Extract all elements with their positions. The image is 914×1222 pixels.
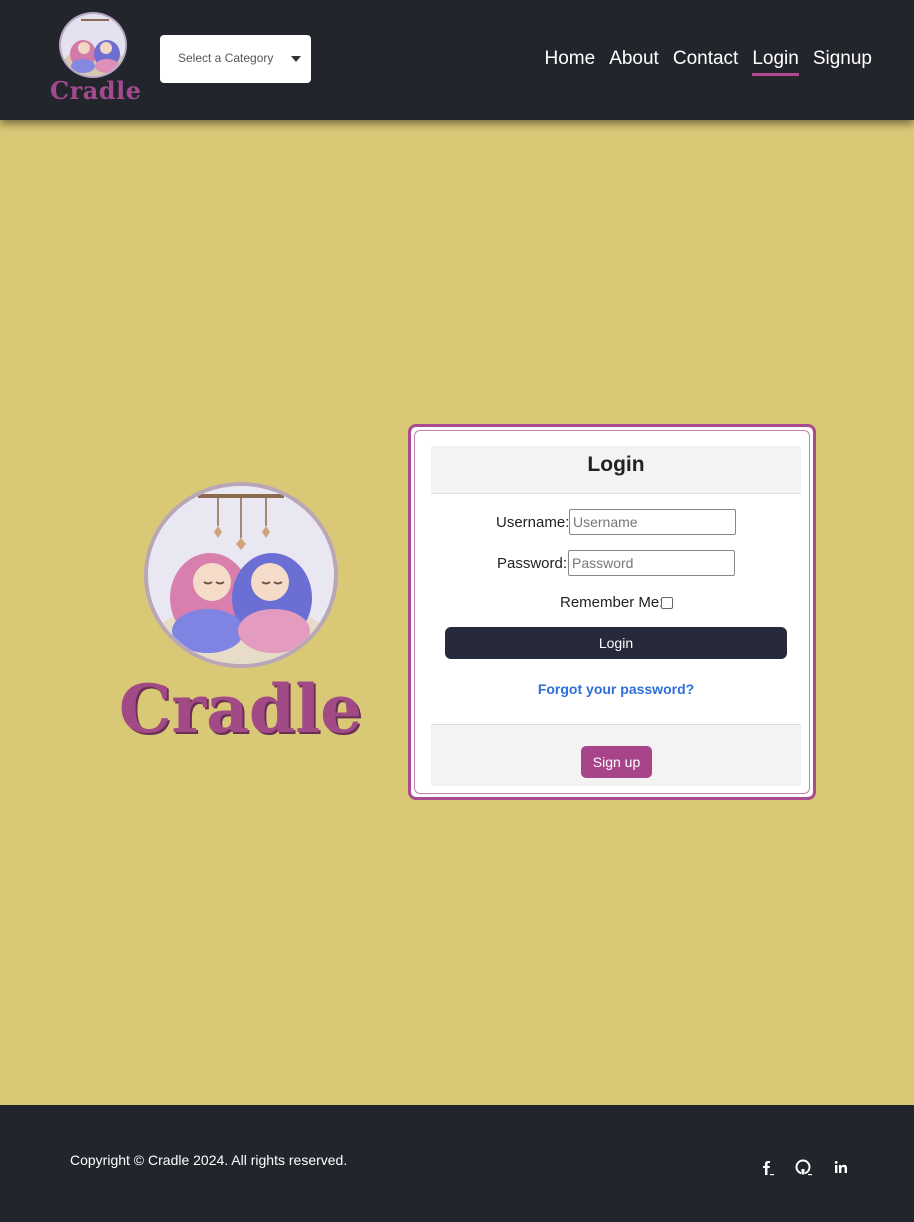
category-select-label: Select a Category [178,51,274,65]
facebook-icon[interactable] [759,1159,777,1177]
main-nav: Home About Contact Login Signup [545,48,872,76]
nav-login[interactable]: Login [752,48,799,76]
remember-label: Remember Me: [560,594,664,611]
login-button[interactable]: Login [445,627,787,659]
remember-checkbox[interactable] [661,597,673,609]
nav-signup[interactable]: Signup [813,48,872,76]
logo-emblem-icon [59,12,127,78]
chevron-down-icon [291,56,301,62]
linkedin-icon[interactable] [833,1159,851,1177]
brand-logo[interactable]: Cradle [50,12,142,108]
nav-contact[interactable]: Contact [673,48,738,76]
nav-about[interactable]: About [609,48,659,76]
hero-emblem-icon [144,482,338,668]
username-row: Username: [415,509,817,537]
username-input[interactable] [569,509,736,535]
password-label: Password: [497,555,568,572]
copyright-text: Copyright © Cradle 2024. All rights rese… [70,1152,348,1168]
login-card-header: Login [431,446,801,494]
github-icon[interactable] [795,1159,813,1177]
site-footer: Copyright © Cradle 2024. All rights rese… [0,1105,914,1222]
top-navbar: Cradle Select a Category Home About Cont… [0,0,914,120]
password-input[interactable] [568,550,735,576]
login-title: Login [587,453,645,476]
hero-brand-name: Cradle [118,670,363,748]
brand-name: Cradle [50,76,142,105]
hero-logo: Cradle [118,482,363,748]
username-label: Username: [496,514,570,531]
login-card-footer: Sign up [431,724,801,786]
login-card-inner: Login Username: Password: Remember Me: L… [414,430,810,794]
password-row: Password: [415,550,817,578]
forgot-password-link[interactable]: Forgot your password? [415,681,817,697]
category-select[interactable]: Select a Category [160,35,311,83]
remember-row: Remember Me: [415,594,817,614]
nav-home[interactable]: Home [545,48,596,76]
signup-button[interactable]: Sign up [581,746,652,778]
login-card: Login Username: Password: Remember Me: L… [408,424,816,800]
